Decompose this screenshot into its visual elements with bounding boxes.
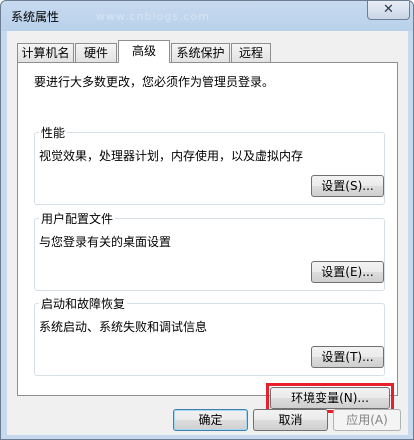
user-profiles-description: 与您登录有关的桌面设置 [39,235,172,249]
performance-settings-button[interactable]: 设置(S)... [311,175,384,197]
startup-recovery-settings-button[interactable]: 设置(T)... [311,346,384,368]
environment-variables-button[interactable]: 环境变量(N)... [270,387,390,409]
tab-remote[interactable]: 远程 [231,43,271,62]
title-bar[interactable]: 系统属性 www.cnblogs.com ✕ [1,1,413,31]
startup-recovery-description: 系统启动、系统失败和调试信息 [39,320,208,334]
close-button[interactable]: ✕ [367,1,410,20]
tab-strip: 计算机名 硬件 高级 系统保护 远程 [17,40,407,63]
performance-group: 性能 视觉效果，处理器计划，内存使用，以及虚拟内存 设置(S)... [34,124,385,205]
tab-hardware[interactable]: 硬件 [75,43,117,62]
user-profiles-group: 用户配置文件 与您登录有关的桌面设置 设置(E)... [34,210,385,291]
cancel-button[interactable]: 取消 [253,409,328,431]
performance-description: 视觉效果，处理器计划，内存使用，以及虚拟内存 [39,149,304,163]
startup-recovery-group: 启动和故障恢复 系统启动、系统失败和调试信息 设置(T)... [34,295,385,376]
advanced-tab-panel: 要进行大多数更改，您必须作为管理员登录。 性能 视觉效果，处理器计划，内存使用，… [17,62,398,413]
user-profiles-title: 用户配置文件 [39,210,116,227]
user-profiles-settings-button[interactable]: 设置(E)... [311,261,384,283]
close-icon: ✕ [383,2,394,17]
startup-recovery-title: 启动和故障恢复 [39,295,128,312]
apply-button[interactable]: 应用(A) [333,409,401,431]
system-properties-window: 系统属性 www.cnblogs.com ✕ 计算机名 硬件 高级 系统保护 远… [0,0,414,440]
tab-computer-name[interactable]: 计算机名 [17,43,74,62]
tab-system-protection[interactable]: 系统保护 [171,43,230,62]
window-title: 系统属性 [11,10,60,24]
ok-button[interactable]: 确定 [173,409,248,431]
dialog-body: 计算机名 硬件 高级 系统保护 远程 要进行大多数更改，您必须作为管理员登录。 … [7,31,408,435]
admin-note: 要进行大多数更改，您必须作为管理员登录。 [34,75,275,89]
watermark: www.cnblogs.com [96,10,210,23]
performance-title: 性能 [39,124,68,141]
tab-advanced[interactable]: 高级 [118,40,170,63]
